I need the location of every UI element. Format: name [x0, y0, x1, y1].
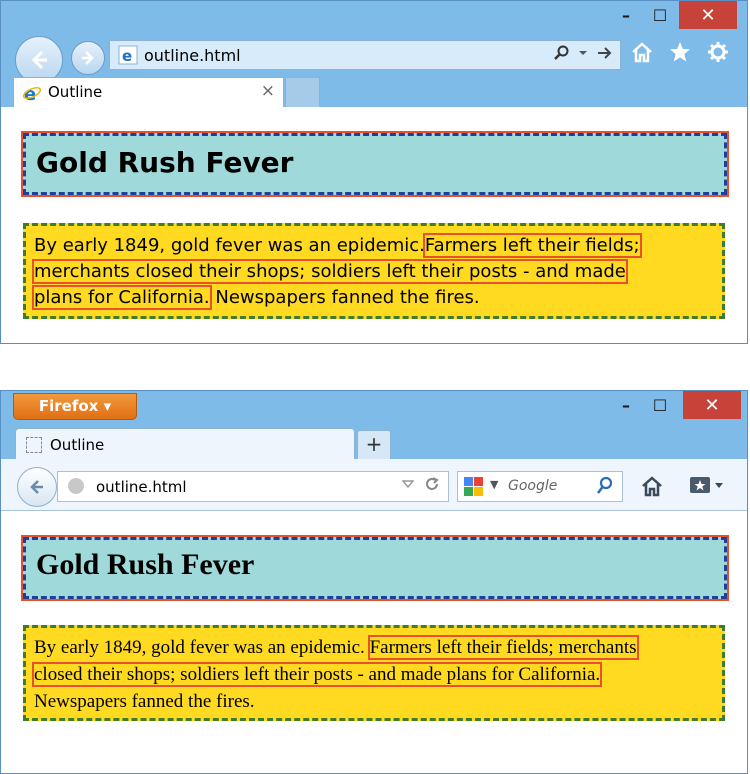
outlined-span-1: Farmers left their fields;: [422, 233, 642, 258]
tab-outline[interactable]: Outline: [15, 428, 355, 461]
heading-box: Gold Rush Fever: [21, 535, 729, 601]
address-bar[interactable]: e outline.html: [109, 40, 621, 70]
firefox-menu-button[interactable]: Firefox ▾: [13, 393, 137, 420]
para-text-1: By early 1849, gold fever was an epidemi…: [34, 235, 425, 256]
google-logo-icon[interactable]: [464, 477, 484, 497]
address-text: outline.html: [144, 46, 241, 65]
back-arrow-icon: [30, 480, 43, 494]
settings-gear-icon[interactable]: [707, 41, 729, 63]
outlined-span-2: merchants closed their shops; soldiers l…: [32, 259, 628, 284]
home-icon[interactable]: [631, 41, 653, 63]
tab-close-button[interactable]: ×: [261, 81, 275, 101]
para-text-1: By early 1849, gold fever was an epidemi…: [34, 637, 365, 658]
back-arrow-icon: [31, 50, 47, 70]
search-input[interactable]: Google: [508, 478, 557, 494]
maximize-button[interactable]: ☐: [645, 391, 675, 419]
search-icon[interactable]: [596, 476, 614, 496]
close-button[interactable]: ✕: [679, 1, 737, 29]
firefox-window: Firefox ▾ – ☐ ✕ Outline + outline.html ▼…: [0, 390, 748, 774]
outlined-span-2: closed their shops; soldiers left their …: [31, 662, 603, 687]
ie-logo-icon: e: [22, 84, 42, 103]
ie-window: – ☐ ✕ e outline.html e Outline × Gold Ru…: [0, 0, 748, 344]
reload-icon[interactable]: [424, 476, 440, 492]
address-text: outline.html: [96, 478, 187, 496]
paragraph-box: By early 1849, gold fever was an epidemi…: [23, 223, 725, 319]
bookmarks-menu[interactable]: [689, 475, 724, 495]
bookmark-dropdown-icon: [715, 483, 723, 488]
new-tab-button[interactable]: +: [357, 430, 391, 460]
search-icon[interactable]: [554, 45, 570, 61]
minimize-button[interactable]: –: [611, 1, 641, 29]
svg-text:e: e: [24, 84, 36, 103]
tab-label: Outline: [48, 83, 103, 101]
outlined-span-1: Farmers left their fields; merchants: [367, 635, 639, 660]
forward-arrow-icon: [82, 51, 94, 65]
para-text-2: Newspapers fanned the fires.: [209, 287, 480, 308]
engine-dropdown-icon[interactable]: ▼: [490, 478, 498, 491]
svg-text:e: e: [122, 47, 132, 65]
outlined-span-3: plans for California.: [32, 285, 212, 310]
dropdown-icon[interactable]: [578, 45, 588, 61]
favorites-star-icon[interactable]: [669, 41, 691, 63]
history-dropdown-icon[interactable]: [402, 477, 414, 491]
back-button[interactable]: [17, 467, 57, 507]
paragraph-box: By early 1849, gold fever was an epidemi…: [23, 625, 725, 721]
ie-page-icon: e: [118, 45, 138, 65]
new-tab-button[interactable]: [285, 77, 320, 107]
heading-box: Gold Rush Fever: [21, 131, 729, 197]
para-text-2: Newspapers fanned the fires.: [34, 691, 255, 712]
address-bar[interactable]: outline.html: [57, 471, 449, 502]
forward-button[interactable]: [71, 41, 105, 75]
go-arrow-icon[interactable]: [596, 45, 612, 61]
search-box[interactable]: ▼ Google: [457, 471, 623, 502]
close-button[interactable]: ✕: [683, 391, 741, 419]
blank-page-icon: [26, 437, 42, 453]
maximize-button[interactable]: ☐: [645, 1, 675, 29]
minimize-button[interactable]: –: [611, 391, 641, 419]
tab-outline[interactable]: e Outline ×: [13, 77, 284, 107]
page-heading: Gold Rush Fever: [36, 146, 294, 179]
page-heading: Gold Rush Fever: [36, 548, 255, 581]
tab-label: Outline: [50, 436, 105, 454]
home-icon[interactable]: [641, 475, 663, 497]
bookmark-star-icon: [690, 477, 710, 493]
globe-icon: [68, 478, 84, 494]
